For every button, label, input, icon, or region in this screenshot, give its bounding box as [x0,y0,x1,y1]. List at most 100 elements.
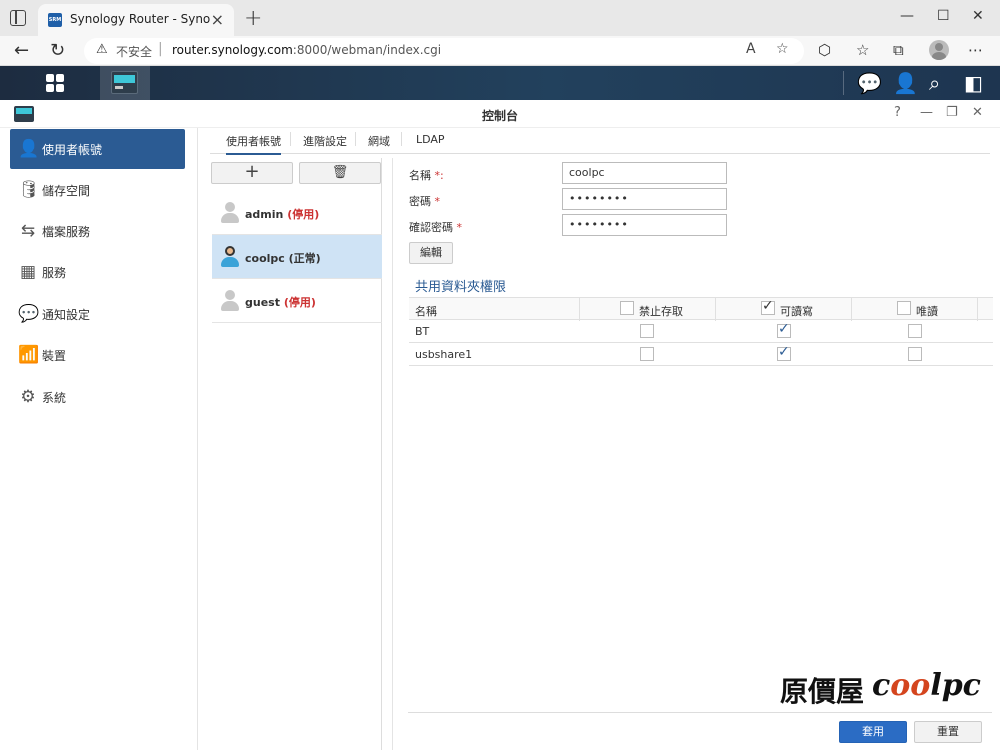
file-services-icon: ⇆ [20,221,36,241]
router-icon: 📶 [18,345,40,365]
required-mark: * [434,195,441,208]
watermark-chinese: 原價屋 [780,675,865,708]
read-only-checkbox[interactable] [908,347,922,361]
warning-icon: ⚠ [96,42,108,57]
watermark-english: coolpc [872,668,981,703]
sidebar-item-label: 檔案服務 [42,225,91,239]
window-minimize-icon[interactable]: — [920,105,933,120]
shared-folder-permissions-title: 共用資料夾權限 [415,280,507,295]
close-window-icon[interactable]: ✕ [972,8,984,24]
column-divider [579,298,580,321]
database-icon: 🛢 [18,180,40,200]
favorite-add-icon[interactable]: ☆ [776,41,789,57]
collections-icon[interactable]: ⧉ [893,41,904,59]
deny-checkbox[interactable] [640,324,654,338]
sidebar-item-users[interactable]: 👤 使用者帳號 [10,129,185,169]
user-list-item[interactable]: guest (停用) [212,279,382,323]
read-aloud-icon[interactable]: A [746,41,756,57]
name-label: 名稱 *: [409,167,444,183]
maximize-icon[interactable]: ☐ [937,8,950,24]
confirm-password-label: 確認密碼 * [409,219,462,235]
search-icon[interactable]: ⌕ [929,71,940,95]
tab-ldap[interactable]: LDAP [416,133,445,146]
address-toolbar: ← ↻ ⚠ 不安全 | router.synology.com:8000/web… [0,36,1000,66]
browser-tab[interactable]: SRM Synology Router - SynologyRouter × [38,4,234,36]
user-list-item[interactable]: coolpc (正常) [212,235,382,279]
widgets-icon[interactable]: ◧ [964,71,983,95]
reload-icon[interactable]: ↻ [50,40,65,61]
read-only-all-checkbox[interactable] [897,301,911,315]
new-tab-button[interactable]: + [244,6,262,31]
more-icon[interactable]: ⋯ [968,41,983,59]
user-name: guest (停用) [245,294,316,310]
apply-button[interactable]: 套用 [839,721,907,743]
read-write-checkbox[interactable] [777,344,791,361]
main-menu-icon[interactable] [34,66,76,100]
sidebar-item-label: 使用者帳號 [42,143,103,157]
confirm-label-text: 確認密碼 [409,221,453,234]
taskbar-divider [843,71,844,95]
name-field[interactable]: coolpc [562,162,727,184]
sidebar-item-file-services[interactable]: ⇆ 檔案服務 [10,211,185,251]
window-restore-icon[interactable]: ❐ [946,105,958,120]
user-list-item[interactable]: admin (停用) [212,191,382,235]
profile-avatar[interactable] [929,40,949,60]
required-mark: *: [434,169,444,182]
back-icon[interactable]: ← [14,40,29,61]
table-row: usbshare1 [409,343,993,366]
not-secure-label: 不安全 [116,45,153,59]
sidebar-item-notification[interactable]: 💬 通知設定 [10,294,185,334]
user-icon [220,202,240,224]
password-field[interactable]: •••••••• [562,188,727,210]
window-close-icon[interactable]: ✕ [972,105,983,120]
tab-actions-icon[interactable] [10,10,26,26]
window-title: 控制台 [481,109,518,123]
add-user-button[interactable]: + [211,162,293,184]
tab-domain[interactable]: 網域 [368,133,390,149]
tab-advanced[interactable]: 進階設定 [303,133,347,149]
tab-close-icon[interactable]: × [211,10,224,29]
delete-user-button[interactable]: 🗑 [299,162,381,184]
user-status: (停用) [283,296,316,309]
tab-divider [355,132,356,146]
deny-all-checkbox[interactable] [620,301,634,315]
password-label: 密碼 * [409,193,440,209]
read-only-checkbox[interactable] [908,324,922,338]
favorites-icon[interactable]: ☆ [856,41,869,59]
folder-name: usbshare1 [415,348,473,361]
control-panel-taskbar-icon[interactable] [100,66,150,100]
user-icon[interactable]: 👤 [893,71,918,95]
required-mark: * [456,221,463,234]
extensions-icon[interactable]: ⬡ [818,41,831,59]
column-header-read-write: 可讀寫 [780,305,813,318]
sidebar-item-label: 裝置 [42,349,67,363]
sidebar-item-services[interactable]: ▦ 服務 [10,252,185,292]
user-list-pane: + 🗑 admin (停用) coolpc (正常) guest (停用) [210,158,382,750]
read-write-checkbox[interactable] [777,321,791,338]
reset-button[interactable]: 重置 [914,721,982,743]
user-name: coolpc (正常) [245,250,321,266]
minimize-icon[interactable]: — [900,8,914,24]
browser-tab-bar: SRM Synology Router - SynologyRouter × +… [0,0,1000,36]
help-icon[interactable]: ? [894,105,901,120]
tab-divider [290,132,291,146]
user-icon [220,290,240,312]
watermark-c: c [872,668,891,703]
url-separator: | [158,41,163,57]
coolpc-watermark-logo: 原價屋 coolpc [780,668,981,708]
user-status: (正常) [288,252,321,265]
read-write-all-checkbox[interactable] [761,298,775,315]
panel-tabs: 使用者帳號 進階設定 網域 LDAP [210,128,990,155]
name-label-text: 名稱 [409,169,431,182]
tab-user-accounts[interactable]: 使用者帳號 [226,133,281,155]
confirm-password-field[interactable]: •••••••• [562,214,727,236]
sidebar-item-devices[interactable]: 📶 裝置 [10,335,185,375]
form-footer: 套用 重置 [408,712,992,750]
url-bar[interactable]: ⚠ 不安全 | router.synology.com:8000/webman/… [84,38,804,64]
chat-icon[interactable]: 💬 [857,71,882,95]
column-divider [851,298,852,321]
deny-checkbox[interactable] [640,347,654,361]
edit-button[interactable]: 編輯 [409,242,453,264]
sidebar-item-system[interactable]: ⚙ 系統 [10,377,185,417]
sidebar-item-storage[interactable]: 🛢 儲存空間 [10,170,185,210]
